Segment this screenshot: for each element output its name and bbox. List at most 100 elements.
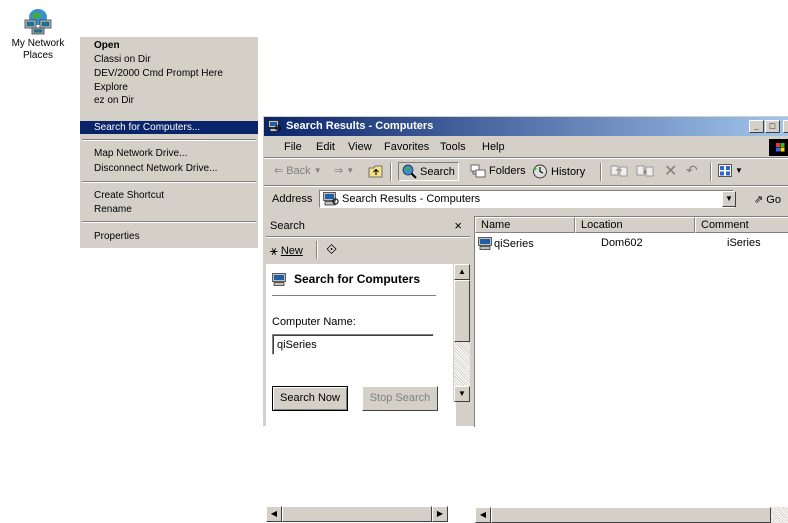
history-label: History [551, 165, 586, 178]
menu-help[interactable]: Help [482, 141, 505, 153]
close-button[interactable]: × [783, 120, 788, 133]
icon-label-line1: My Network [11, 38, 65, 49]
new-search-button[interactable]: ⚹ New [270, 243, 303, 259]
toolbar-separator [390, 163, 392, 181]
scroll-up-button[interactable]: ▲ [454, 264, 470, 280]
history-clock-icon [533, 164, 547, 179]
menu-view[interactable]: View [348, 141, 372, 153]
window-title: Search Results - Computers [286, 120, 434, 132]
my-network-places-desktop-icon[interactable]: My Network Places [0, 8, 76, 62]
search-pane-horizontal-scrollbar[interactable]: ◀ ▶ [266, 506, 452, 522]
search-form: Search for Computers Computer Name: Sear… [266, 264, 456, 454]
menu-item-classi-on-dir[interactable]: Classi on Dir [80, 53, 258, 66]
icon-label-line2: Places [22, 50, 53, 61]
history-button[interactable]: History [532, 164, 585, 179]
go-label: Go [766, 194, 781, 206]
move-to-button[interactable] [610, 164, 628, 178]
menu-item-create-shortcut[interactable]: Create Shortcut [80, 189, 258, 202]
toolbar-separator [316, 241, 318, 259]
menu-item-properties[interactable]: Properties [80, 230, 258, 243]
result-name: qiSeries [494, 237, 534, 250]
copy-to-button[interactable] [636, 164, 654, 178]
search-pane-header: Search × [266, 216, 470, 236]
back-label: Back [286, 164, 311, 177]
menu-separator [82, 181, 256, 183]
menu-favorites[interactable]: Favorites [384, 141, 429, 153]
computer-icon [272, 272, 286, 286]
standard-toolbar: ⇐ Back ▼ ⇒ ▼ Search Folders History ✕ ↶ … [264, 159, 788, 185]
delete-icon[interactable]: ✕ [664, 161, 677, 181]
scroll-track[interactable] [771, 507, 788, 523]
go-arrow-icon: ⇗ [754, 194, 764, 206]
search-options-icon[interactable]: ⟐ [326, 241, 337, 258]
search-results-window: Search Results - Computers _ □ × File Ed… [262, 115, 788, 523]
computer-icon [478, 237, 492, 250]
heading-rule [272, 295, 436, 296]
undo-icon[interactable]: ↶ [686, 162, 698, 179]
address-label: Address [272, 193, 313, 205]
search-for-computers-heading: Search for Computers [272, 272, 420, 286]
search-now-button[interactable]: Search Now [272, 386, 348, 411]
chevron-down-icon: ▼ [735, 166, 743, 175]
table-row-name[interactable]: qiSeries [478, 237, 534, 250]
column-header-location[interactable]: Location [575, 217, 695, 233]
close-icon[interactable]: × [454, 218, 462, 233]
menu-item-dev2000-cmd-prompt[interactable]: DEV/2000 Cmd Prompt Here [80, 67, 258, 80]
scroll-thumb[interactable] [491, 507, 771, 523]
scroll-thumb[interactable] [282, 506, 432, 522]
restore-button[interactable]: □ [765, 120, 780, 133]
views-button[interactable]: ▼ [718, 164, 743, 177]
menu-item-map-network-drive[interactable]: Map Network Drive... [80, 147, 258, 160]
title-bar[interactable]: Search Results - Computers _ □ × [264, 117, 788, 136]
search-pane: Search × ⚹ New ⟐ Search for Computers Co [266, 216, 470, 522]
chevron-down-icon: ▼ [313, 166, 322, 175]
column-header-name[interactable]: Name [475, 217, 575, 233]
computer-name-label: Computer Name: [272, 316, 356, 328]
scroll-track[interactable] [454, 342, 470, 386]
menu-item-explore[interactable]: Explore [80, 81, 258, 94]
toolbar-separator [710, 163, 712, 181]
minimize-button[interactable]: _ [749, 120, 764, 133]
menu-tools[interactable]: Tools [440, 141, 466, 153]
column-header-comment[interactable]: Comment [695, 217, 788, 233]
scroll-down-button[interactable]: ▼ [454, 386, 470, 402]
scroll-left-button[interactable]: ◀ [266, 506, 282, 522]
scroll-left-button[interactable]: ◀ [475, 507, 491, 523]
heading-text: Search for Computers [294, 272, 421, 286]
views-icon [718, 164, 732, 177]
folders-label: Folders [489, 165, 526, 177]
result-location: Dom602 [601, 237, 643, 249]
menu-edit[interactable]: Edit [316, 141, 335, 153]
chevron-down-icon: ▼ [346, 166, 355, 175]
menu-item-search-for-computers[interactable]: Search for Computers... [80, 121, 258, 134]
new-search-label: New [280, 245, 303, 257]
forward-arrow-icon: ⇒ [334, 165, 344, 177]
stop-search-label: Stop Search [369, 392, 431, 404]
address-input[interactable]: Search Results - Computers [319, 190, 734, 208]
stop-search-button[interactable]: Stop Search [362, 386, 438, 411]
move-to-icon [610, 165, 628, 177]
search-toolbar-button[interactable]: Search [398, 162, 459, 181]
results-list: Name Location Comment qiSeries Dom602 iS… [474, 216, 788, 523]
folders-button[interactable]: Folders [470, 164, 526, 178]
computer-name-input[interactable] [272, 334, 434, 355]
scroll-thumb[interactable] [454, 280, 470, 342]
menu-bar: File Edit View Favorites Tools Help [264, 137, 788, 157]
search-pane-vertical-scrollbar[interactable]: ▲ ▼ [453, 264, 470, 402]
search-now-label: Search Now [280, 392, 340, 404]
up-folder-button[interactable] [368, 164, 384, 178]
scroll-right-button[interactable]: ▶ [432, 506, 448, 522]
menu-item-ez-on-dir[interactable]: ez on Dir [80, 94, 258, 107]
menu-item-open[interactable]: Open [80, 39, 258, 52]
menu-file[interactable]: File [284, 141, 302, 153]
menu-item-disconnect-network-drive[interactable]: Disconnect Network Drive... [80, 162, 258, 175]
back-button[interactable]: ⇐ Back ▼ [274, 164, 322, 178]
address-dropdown-button[interactable]: ▼ [722, 191, 736, 207]
forward-button[interactable]: ⇒ ▼ [334, 164, 354, 177]
menu-item-rename[interactable]: Rename [80, 203, 258, 216]
go-button[interactable]: ⇗ Go [754, 193, 781, 206]
network-places-icon [22, 8, 54, 36]
results-horizontal-scrollbar[interactable]: ◀ [475, 507, 788, 523]
search-pane-toolbar: ⚹ New ⟐ [266, 238, 470, 262]
menu-separator [82, 139, 256, 141]
